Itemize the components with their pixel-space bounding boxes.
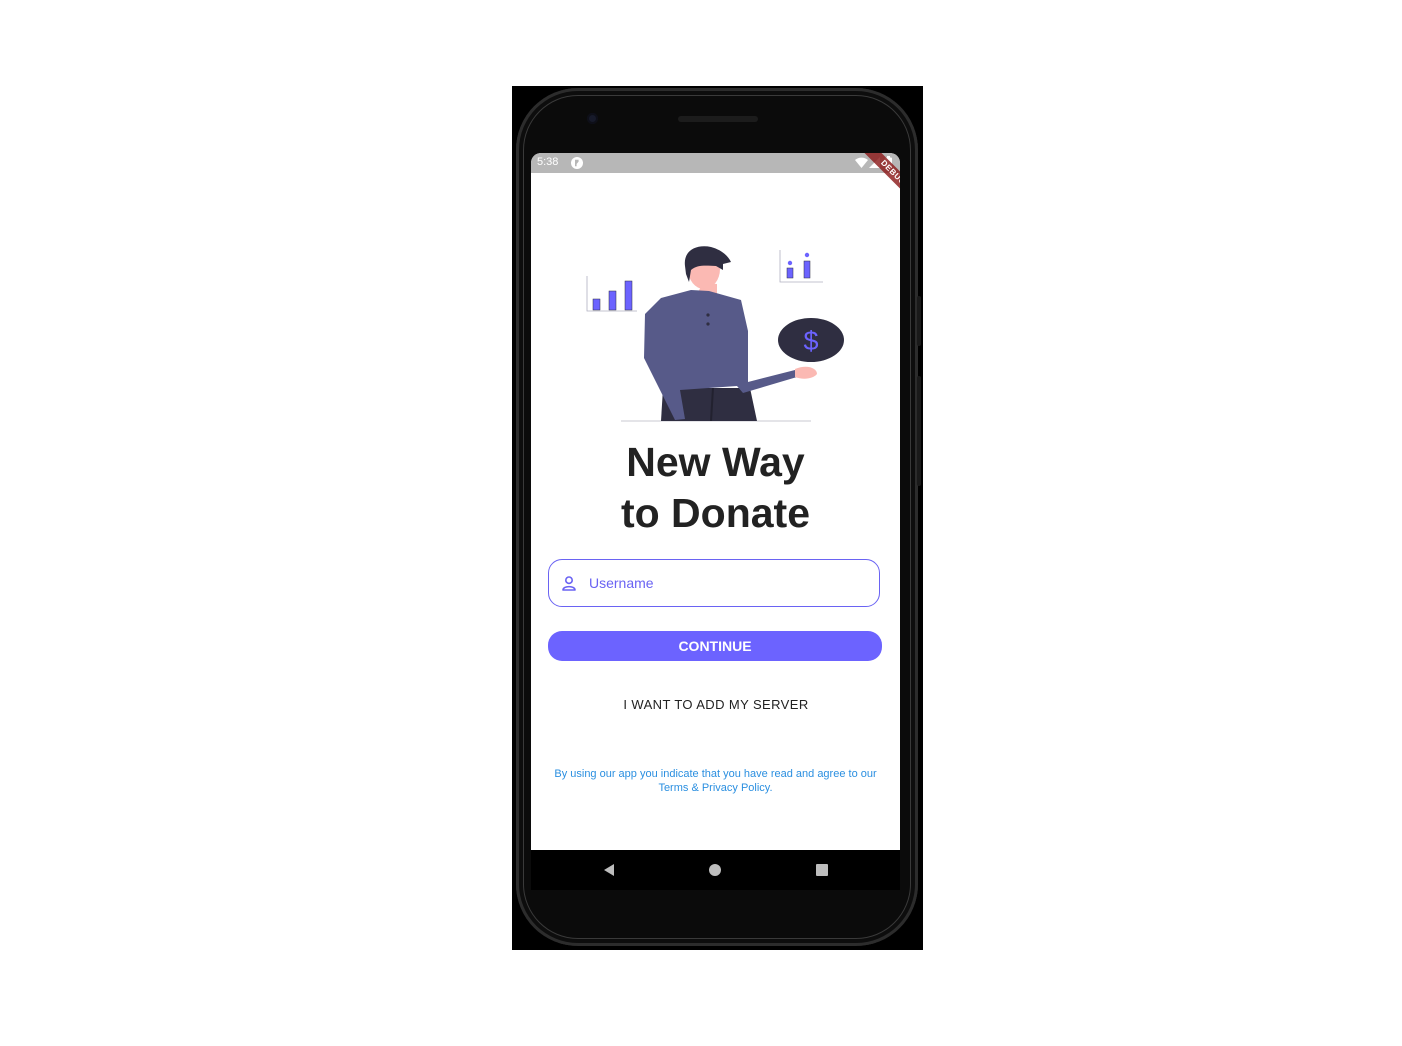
legal-suffix: . — [769, 782, 773, 794]
legal-notice: By using our app you indicate that you h… — [545, 767, 886, 795]
system-nav-bar — [531, 850, 900, 890]
bar-chart-left-icon — [586, 276, 637, 312]
person-icon — [562, 576, 576, 591]
legal-text: By using our app you indicate that you h… — [554, 768, 877, 780]
username-field[interactable] — [548, 559, 880, 607]
debug-banner-label: DEBUG — [860, 153, 900, 206]
debug-banner: DEBUG — [840, 153, 900, 213]
page-title: New Way to Donate — [531, 437, 900, 539]
add-server-button[interactable]: I WANT TO ADD MY SERVER — [591, 691, 841, 718]
bar-chart-right-icon — [779, 250, 823, 283]
continue-button[interactable]: CONTINUE — [548, 631, 882, 661]
flutter-app-icon — [571, 157, 583, 169]
terms-privacy-link[interactable]: Terms & Privacy Policy — [658, 782, 769, 794]
back-icon[interactable] — [599, 862, 619, 878]
coin-icon: $ — [778, 318, 844, 362]
earpiece-speaker — [678, 116, 758, 122]
page-title-line-1: New Way — [626, 439, 805, 485]
app-screen: 5:38 DEBUG $ New Way to Donate Username … — [531, 153, 900, 850]
username-input[interactable] — [589, 560, 869, 606]
front-camera — [587, 113, 598, 124]
status-time: 5:38 — [537, 156, 559, 168]
recents-icon[interactable] — [812, 862, 832, 878]
person-donation-illustration: $ — [586, 246, 844, 422]
power-button — [917, 296, 921, 346]
page-title-line-2: to Donate — [620, 490, 811, 536]
home-icon[interactable] — [705, 862, 725, 878]
coin-currency-symbol: $ — [803, 326, 818, 356]
volume-button — [917, 376, 921, 486]
